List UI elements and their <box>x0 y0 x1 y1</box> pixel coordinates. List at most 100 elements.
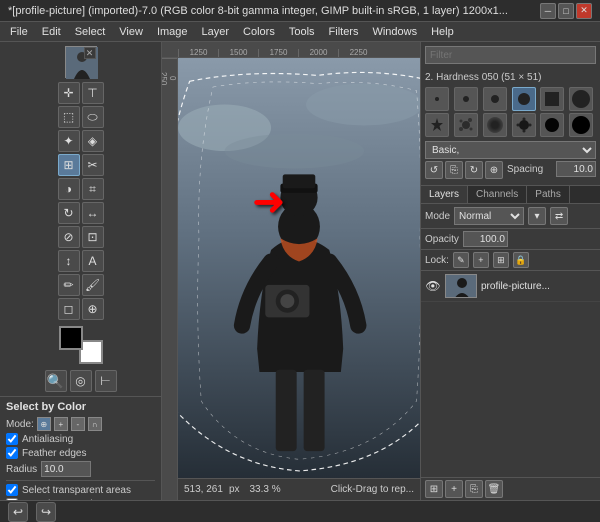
tool-ellipse-select[interactable]: ⬭ <box>82 106 104 128</box>
transparent-checkbox[interactable] <box>6 484 18 496</box>
new-layer-btn[interactable]: + <box>445 480 463 498</box>
tool-scale[interactable]: ↔ <box>82 202 104 224</box>
brush-star[interactable] <box>425 113 449 137</box>
brush-splat3[interactable] <box>540 113 564 137</box>
tool-shear[interactable]: ⊘ <box>58 226 80 248</box>
menu-image[interactable]: Image <box>151 24 194 40</box>
menu-edit[interactable]: Edit <box>36 24 67 40</box>
ruler-mark-1250: 1250 <box>178 49 218 57</box>
star-brush-svg <box>428 116 446 134</box>
tab-paths[interactable]: Paths <box>527 186 570 203</box>
main-area: ✕ ✛ ⊤ ⬚ ⬭ ✦ ◈ ⊞ ✂ ◑ ⌗ ↻ ↔ ⊘ ⊡ ↕ A ✏ <box>0 42 600 500</box>
antialiasing-checkbox[interactable] <box>6 433 18 445</box>
tool-fill[interactable]: ⊕ <box>82 298 104 320</box>
tool-foreground[interactable]: ◑ <box>58 178 80 200</box>
canvas-image[interactable] <box>178 58 420 500</box>
menu-windows[interactable]: Windows <box>366 24 423 40</box>
canvas-svg <box>178 58 420 500</box>
mode-row: Mode: ⊕ + - ∩ <box>6 417 155 431</box>
brush-large-circ[interactable] <box>569 87 593 111</box>
tool-perspective[interactable]: ⊡ <box>82 226 104 248</box>
lock-position-btn[interactable]: + <box>473 252 489 268</box>
brush-open-btn[interactable]: ⊕ <box>485 161 503 179</box>
menu-help[interactable]: Help <box>425 24 460 40</box>
menu-layer[interactable]: Layer <box>196 24 236 40</box>
canvas-wrapper[interactable]: 513, 261 px 33.3 % Click-Drag to rep... <box>178 58 420 500</box>
brush-medium[interactable] <box>512 87 536 111</box>
tool-paintbrush[interactable]: 🖌 <box>82 274 104 296</box>
brush-filter-input[interactable] <box>425 46 596 64</box>
tool-pencil[interactable]: ✏ <box>58 274 80 296</box>
tool-align[interactable]: ⊤ <box>82 82 104 104</box>
blend-mode-select[interactable]: Normal Multiply Screen Overlay <box>454 207 524 225</box>
spacing-input[interactable] <box>556 161 596 177</box>
tool-indicator[interactable]: ◎ <box>70 370 92 392</box>
mode-label: Mode <box>425 211 450 222</box>
layer-thumbnail <box>445 274 477 298</box>
brush-medium-sm[interactable] <box>483 87 507 111</box>
tool-rect-select[interactable]: ⬚ <box>58 106 80 128</box>
brush-soft[interactable] <box>483 113 507 137</box>
brush-category-select[interactable]: Basic, Classic Sketch <box>425 141 596 159</box>
menu-tools[interactable]: Tools <box>283 24 321 40</box>
menu-view[interactable]: View <box>113 24 149 40</box>
menu-colors[interactable]: Colors <box>237 24 281 40</box>
tool-eraser[interactable]: ◻ <box>58 298 80 320</box>
mode-intersect[interactable]: ∩ <box>88 417 102 431</box>
menu-bar: File Edit Select View Image Layer Colors… <box>0 22 600 42</box>
tool-fuzzy-select[interactable]: ◈ <box>82 130 104 152</box>
tool-move[interactable]: ✛ <box>58 82 80 104</box>
menu-file[interactable]: File <box>4 24 34 40</box>
new-layer-group-btn[interactable]: ⊞ <box>425 480 443 498</box>
brush-splat1[interactable] <box>454 113 478 137</box>
maximize-button[interactable]: □ <box>558 3 574 19</box>
mode-options-btn[interactable]: ▾ <box>528 207 546 225</box>
foreground-color-swatch[interactable] <box>59 326 83 350</box>
tool-zoom-in[interactable]: 🔍 <box>45 370 67 392</box>
tool-free-select[interactable]: ✦ <box>58 130 80 152</box>
duplicate-layer-btn[interactable]: ⎘ <box>465 480 483 498</box>
tool-tab[interactable]: ⊢ <box>95 370 117 392</box>
tab-layers[interactable]: Layers <box>421 186 468 203</box>
layer-item[interactable]: 👁 profile-picture... <box>421 271 600 302</box>
brush-tiny[interactable] <box>425 87 449 111</box>
tool-crop[interactable]: ⌗ <box>82 178 104 200</box>
ruler-left: 0 250 500 750 1000 <box>162 58 178 500</box>
mode-replace[interactable]: ⊕ <box>37 417 51 431</box>
tool-text[interactable]: A <box>82 250 104 272</box>
layer-eye-icon[interactable]: 👁 <box>425 278 441 294</box>
tool-rotate[interactable]: ↻ <box>58 202 80 224</box>
brush-copy-btn[interactable]: ⎘ <box>445 161 463 179</box>
delete-layer-btn[interactable]: 🗑 <box>485 480 503 498</box>
mode-add[interactable]: + <box>54 417 68 431</box>
tool-scissors[interactable]: ✂ <box>82 154 104 176</box>
close-button[interactable]: ✕ <box>576 3 592 19</box>
opacity-input[interactable] <box>463 231 508 247</box>
tool-flip[interactable]: ↕ <box>58 250 80 272</box>
feather-checkbox[interactable] <box>6 447 18 459</box>
lock-alpha-btn[interactable]: ⊞ <box>493 252 509 268</box>
radius-input[interactable] <box>41 461 91 477</box>
thumbnail-close[interactable]: ✕ <box>84 47 96 59</box>
layers-bottom-bar: ⊞ + ⎘ 🗑 <box>421 477 600 500</box>
minimize-button[interactable]: ─ <box>540 3 556 19</box>
brush-splat2[interactable] <box>512 113 536 137</box>
brush-reset-btn[interactable]: ↺ <box>425 161 443 179</box>
canvas-body: 0 250 500 750 1000 <box>162 58 420 500</box>
mode-subtract[interactable]: - <box>71 417 85 431</box>
tool-select-color[interactable]: ⊞ <box>58 154 80 176</box>
menu-filters[interactable]: Filters <box>323 24 365 40</box>
menu-select[interactable]: Select <box>69 24 112 40</box>
brush-xlarge[interactable] <box>569 113 593 137</box>
lock-pixels-btn[interactable]: ✎ <box>453 252 469 268</box>
layer-name: profile-picture... <box>481 281 596 292</box>
lock-all-btn[interactable]: 🔒 <box>513 252 529 268</box>
brush-large-sq[interactable] <box>540 87 564 111</box>
brush-refresh-btn[interactable]: ↻ <box>465 161 483 179</box>
undo-button[interactable]: ↩ <box>8 502 28 522</box>
mode-switch-btn[interactable]: ⇄ <box>550 207 568 225</box>
ruler-marks-h: 1250 1500 1750 2000 2250 <box>178 42 378 57</box>
redo-button[interactable]: ↪ <box>36 502 56 522</box>
brush-small[interactable] <box>454 87 478 111</box>
tab-channels[interactable]: Channels <box>468 186 527 203</box>
